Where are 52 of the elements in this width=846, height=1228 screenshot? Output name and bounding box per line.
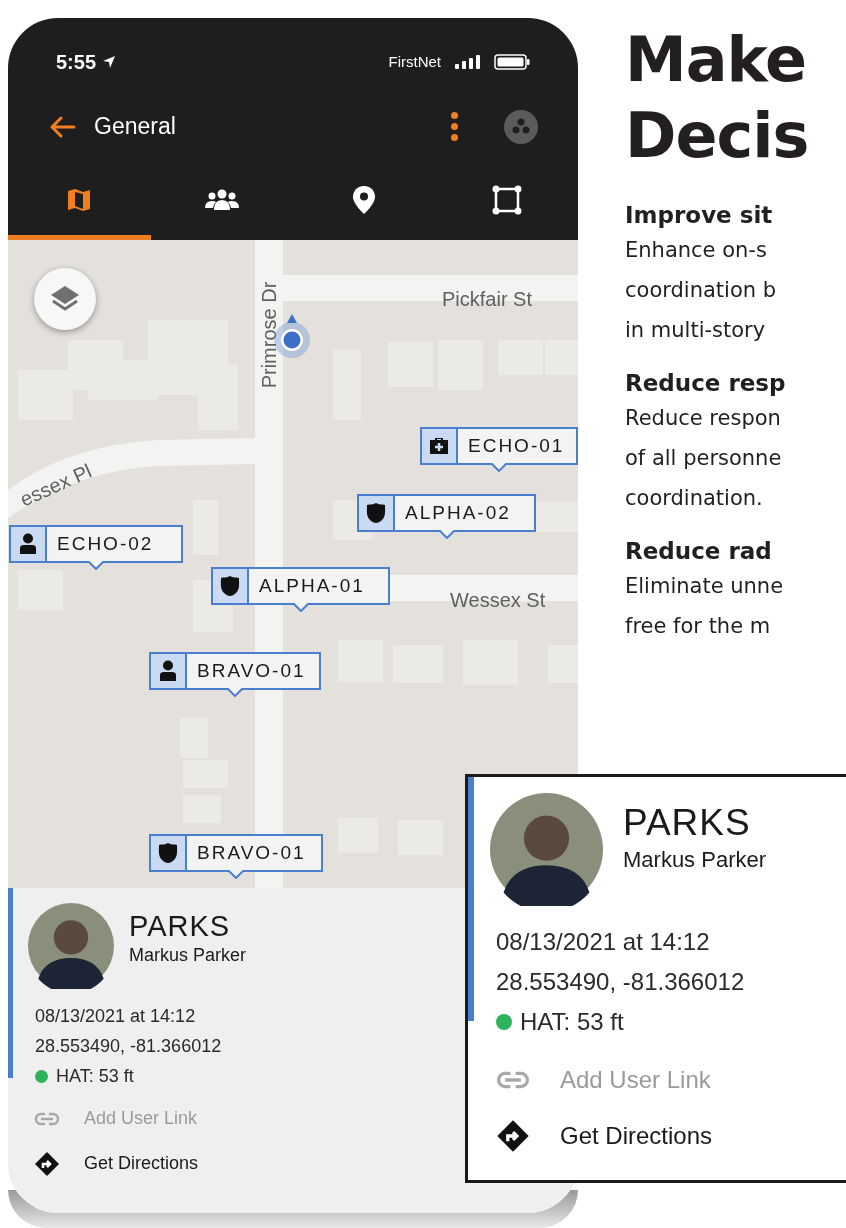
marker-pointer-icon bbox=[438, 530, 455, 539]
height-reading: HAT: 53 ft bbox=[56, 1065, 134, 1088]
map-pin-icon bbox=[352, 185, 377, 215]
coordinates: 28.553490, -81.366012 bbox=[496, 967, 745, 997]
people-icon bbox=[203, 188, 240, 212]
more-menu-button[interactable] bbox=[449, 110, 460, 143]
person-icon bbox=[160, 660, 176, 682]
marker-pointer-icon bbox=[228, 870, 244, 879]
timestamp: 08/13/2021 at 14:12 bbox=[35, 1005, 196, 1028]
battery-icon bbox=[494, 54, 530, 70]
group-circle-icon[interactable] bbox=[504, 109, 538, 144]
status-time: 5:55 bbox=[56, 50, 97, 75]
user-name: Markus Parker bbox=[129, 943, 247, 967]
street-label: essex Pl bbox=[15, 458, 96, 513]
user-callsign: PARKS bbox=[129, 909, 232, 942]
headline: Make Decis bbox=[625, 22, 810, 174]
marker-pointer-icon bbox=[491, 463, 507, 472]
directions-button[interactable]: Get Directions bbox=[34, 1150, 199, 1177]
back-button[interactable] bbox=[48, 114, 76, 139]
location-arrow-icon bbox=[102, 55, 117, 69]
user-name: Markus Parker bbox=[623, 846, 767, 874]
police-badge-icon bbox=[158, 842, 178, 864]
section-text: Enhance on-s coordination b in multi-story bbox=[625, 237, 778, 344]
coordinates: 28.553490, -81.366012 bbox=[35, 1035, 222, 1058]
map-icon bbox=[66, 187, 93, 213]
timestamp: 08/13/2021 at 14:12 bbox=[496, 927, 710, 957]
signal-icon bbox=[455, 55, 480, 69]
user-callsign: PARKS bbox=[623, 803, 752, 843]
marker-pointer-icon bbox=[88, 561, 104, 570]
person-icon bbox=[20, 533, 36, 555]
directions-button[interactable]: Get Directions bbox=[496, 1118, 713, 1154]
directions-icon bbox=[34, 1150, 60, 1177]
carrier-name: FirstNet bbox=[388, 51, 441, 72]
marker-pointer-icon bbox=[292, 603, 309, 612]
directions-icon bbox=[496, 1119, 530, 1153]
height-reading: HAT: 53 ft bbox=[520, 1007, 624, 1037]
marker-pointer-icon bbox=[227, 688, 243, 697]
police-badge-icon bbox=[220, 575, 240, 597]
toolbar-title: General bbox=[94, 112, 176, 142]
section-heading: Reduce resp bbox=[625, 369, 787, 398]
street-label: Primrose Dr bbox=[257, 280, 281, 391]
square-icon bbox=[490, 184, 523, 216]
section-heading: Improve sit bbox=[625, 201, 774, 230]
section-text: Eliminate unne free for the m bbox=[625, 573, 785, 640]
police-badge-icon bbox=[366, 502, 386, 524]
building bbox=[545, 340, 578, 375]
street-label: Wessex St bbox=[450, 588, 546, 613]
street-label: Pickfair St bbox=[442, 287, 533, 312]
section-text: Reduce respon of all personne coordination. bbox=[625, 405, 783, 512]
building bbox=[548, 645, 578, 683]
medical-bag-icon bbox=[429, 437, 449, 455]
section-heading: Reduce rad bbox=[625, 537, 773, 566]
